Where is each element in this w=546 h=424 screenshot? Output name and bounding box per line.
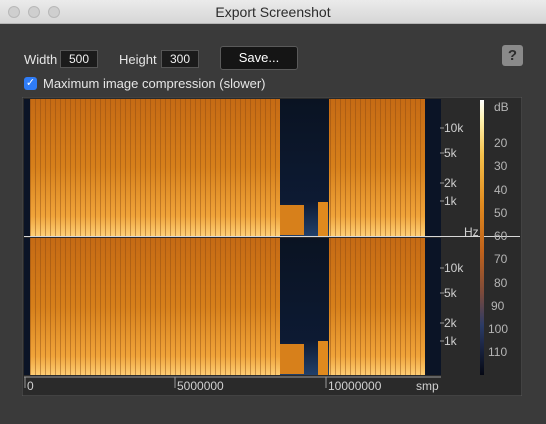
db-tick: 30 [494,159,508,173]
title-bar: Export Screenshot [0,0,546,24]
db-tick: 70 [494,252,508,266]
db-tick: 80 [494,276,508,290]
freq-tick: 10k [444,121,464,135]
freq-tick: 10k [444,261,464,275]
time-tick: 10000000 [328,379,382,393]
freq-tick: 1k [444,334,458,348]
freq-tick: 2k [444,316,458,330]
freq-unit: Hz [464,225,479,239]
db-color-scale [480,100,484,375]
height-field[interactable]: 300 [161,50,199,68]
freq-tick: 5k [444,286,458,300]
height-label: Height [119,52,157,67]
db-unit: dB [494,100,509,114]
spectrogram-view: 10k 5k 2k 1k Hz 10k 5k 2k 1k dB 20 30 40… [22,97,522,396]
channel-2 [24,238,441,375]
db-tick: 90 [491,299,505,313]
db-tick: 60 [494,229,508,243]
db-tick: 100 [488,322,508,336]
time-tick: 0 [27,379,34,393]
db-tick: 20 [494,136,508,150]
time-unit: smp [416,379,439,393]
width-label: Width [24,52,58,67]
compression-checkbox[interactable]: ✓ [24,77,37,90]
freq-tick: 2k [444,176,458,190]
window-title: Export Screenshot [215,4,331,20]
freq-tick: 1k [444,194,458,208]
save-button[interactable]: Save... [220,46,298,70]
help-button[interactable]: ? [502,45,523,66]
channel-1 [24,99,441,236]
compression-label: Maximum image compression (slower) [43,76,266,91]
db-tick: 40 [494,183,508,197]
db-tick: 110 [488,345,507,359]
db-tick: 50 [494,206,508,220]
width-field[interactable]: 500 [60,50,98,68]
freq-tick: 5k [444,146,458,160]
time-tick: 5000000 [177,379,224,393]
